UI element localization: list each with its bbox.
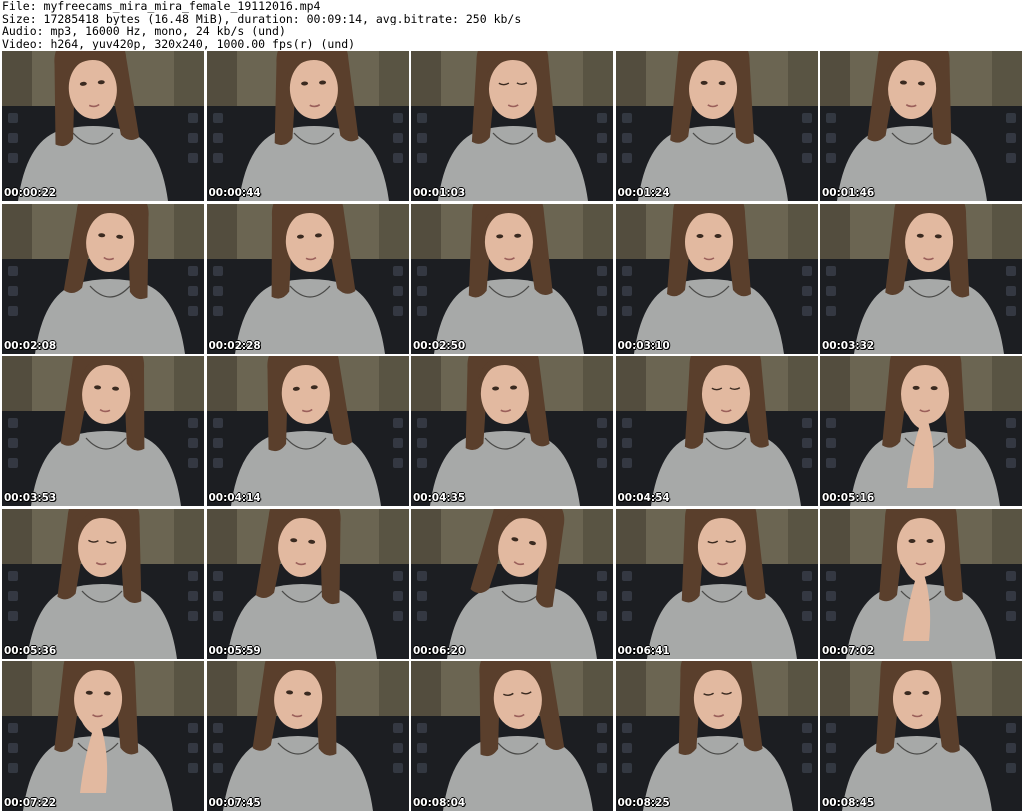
- frame-timestamp: 00:03:53: [4, 492, 57, 504]
- video-frame-thumbnail: 00:04:35: [411, 356, 613, 506]
- frame-timestamp: 00:06:20: [413, 644, 466, 657]
- frame-timestamp: 00:04:14: [208, 492, 261, 504]
- frame-timestamp: 00:07:22: [4, 797, 57, 809]
- frame-image: [2, 356, 204, 506]
- video-frame-thumbnail: 00:05:16: [820, 356, 1022, 506]
- video-frame-thumbnail: 00:08:25: [615, 661, 818, 811]
- frame-timestamp: 00:00:44: [208, 187, 261, 199]
- video-frame-thumbnail: 00:04:54: [615, 356, 818, 506]
- frame-timestamp: 00:02:08: [4, 339, 57, 352]
- frame-timestamp: 00:00:22: [4, 187, 57, 199]
- frame-timestamp: 00:05:36: [4, 644, 57, 657]
- frame-timestamp: 00:04:35: [413, 492, 466, 504]
- video-frame-thumbnail: 00:05:59: [206, 508, 409, 659]
- video-frame-thumbnail: 00:03:10: [615, 203, 818, 354]
- frame-image: [2, 508, 204, 659]
- video-frame-thumbnail: 00:01:24: [615, 51, 818, 201]
- frame-timestamp: 00:02:28: [208, 339, 261, 352]
- frame-timestamp: 00:03:10: [617, 339, 670, 352]
- frame-image: [206, 51, 409, 201]
- frame-image: [820, 203, 1022, 354]
- frame-timestamp: 00:06:41: [617, 644, 670, 657]
- video-frame-thumbnail: 00:05:36: [2, 508, 204, 659]
- frame-timestamp: 00:01:46: [822, 187, 875, 199]
- video-frame-thumbnail: 00:02:08: [2, 203, 204, 354]
- frame-image: [615, 203, 818, 354]
- frame-timestamp: 00:08:45: [822, 797, 875, 809]
- video-frame-thumbnail: 00:01:03: [411, 51, 613, 201]
- frame-image: [820, 51, 1022, 201]
- frame-image: [820, 508, 1022, 659]
- frame-image: [206, 356, 409, 506]
- file-size-line: Size: 17285418 bytes (16.48 MiB), durati…: [2, 12, 522, 25]
- frame-timestamp: 00:03:32: [822, 339, 875, 352]
- video-frame-thumbnail: 00:02:50: [411, 203, 613, 354]
- frame-image: [615, 356, 818, 506]
- frame-timestamp: 00:08:04: [413, 797, 466, 809]
- video-frame-thumbnail: 00:01:46: [820, 51, 1022, 201]
- video-frame-thumbnail: 00:08:04: [411, 661, 613, 811]
- video-frame-thumbnail: 00:03:32: [820, 203, 1022, 354]
- video-frame-thumbnail: 00:07:45: [206, 661, 409, 811]
- video-frame-thumbnail: 00:00:44: [206, 51, 409, 201]
- frame-image: [411, 661, 613, 811]
- video-frame-thumbnail: 00:03:53: [2, 356, 204, 506]
- frame-image: [206, 661, 409, 811]
- video-frame-thumbnail: 00:08:45: [820, 661, 1022, 811]
- frame-image: [2, 203, 204, 354]
- video-frame-thumbnail: 00:02:28: [206, 203, 409, 354]
- frame-timestamp: 00:07:45: [208, 797, 261, 809]
- frame-timestamp: 00:08:25: [617, 797, 670, 809]
- video-frame-thumbnail: 00:00:22: [2, 51, 204, 201]
- frame-image: [411, 356, 613, 506]
- frame-image: [2, 51, 204, 201]
- video-info-line: Video: h264, yuv420p, 320x240, 1000.00 f…: [2, 37, 356, 50]
- frame-image: [411, 508, 613, 659]
- audio-info-line: Audio: mp3, 16000 Hz, mono, 24 kb/s (und…: [2, 25, 286, 38]
- frame-timestamp: 00:05:16: [822, 492, 875, 504]
- frame-image: [411, 51, 613, 201]
- video-frame-thumbnail: 00:06:41: [615, 508, 818, 659]
- frame-image: [615, 51, 818, 201]
- frame-image: [820, 356, 1022, 506]
- frame-timestamp: 00:01:03: [413, 187, 466, 199]
- frame-timestamp: 00:01:24: [617, 187, 670, 199]
- video-frame-thumbnail: 00:04:14: [206, 356, 409, 506]
- frame-image: [615, 661, 818, 811]
- frame-image: [411, 203, 613, 354]
- frame-timestamp: 00:07:02: [822, 644, 875, 657]
- frame-timestamp: 00:04:54: [617, 492, 670, 504]
- frame-image: [2, 661, 204, 811]
- frame-image: [206, 508, 409, 659]
- video-frame-thumbnail: 00:07:22: [2, 661, 204, 811]
- video-frame-thumbnail: 00:06:20: [411, 508, 613, 659]
- file-name-line: File: myfreecams_mira_mira_female_191120…: [2, 0, 321, 13]
- video-frame-thumbnail: 00:07:02: [820, 508, 1022, 659]
- frame-timestamp: 00:05:59: [208, 644, 261, 657]
- frame-image: [820, 661, 1022, 811]
- frame-image: [615, 508, 818, 659]
- frame-timestamp: 00:02:50: [413, 339, 466, 352]
- frame-image: [206, 203, 409, 354]
- file-info-header: File: myfreecams_mira_mira_female_191120…: [2, 0, 1022, 50]
- thumbnail-grid: 00:00:22 00:00:44 00:01:03 00:01:24 00:0…: [2, 51, 1022, 811]
